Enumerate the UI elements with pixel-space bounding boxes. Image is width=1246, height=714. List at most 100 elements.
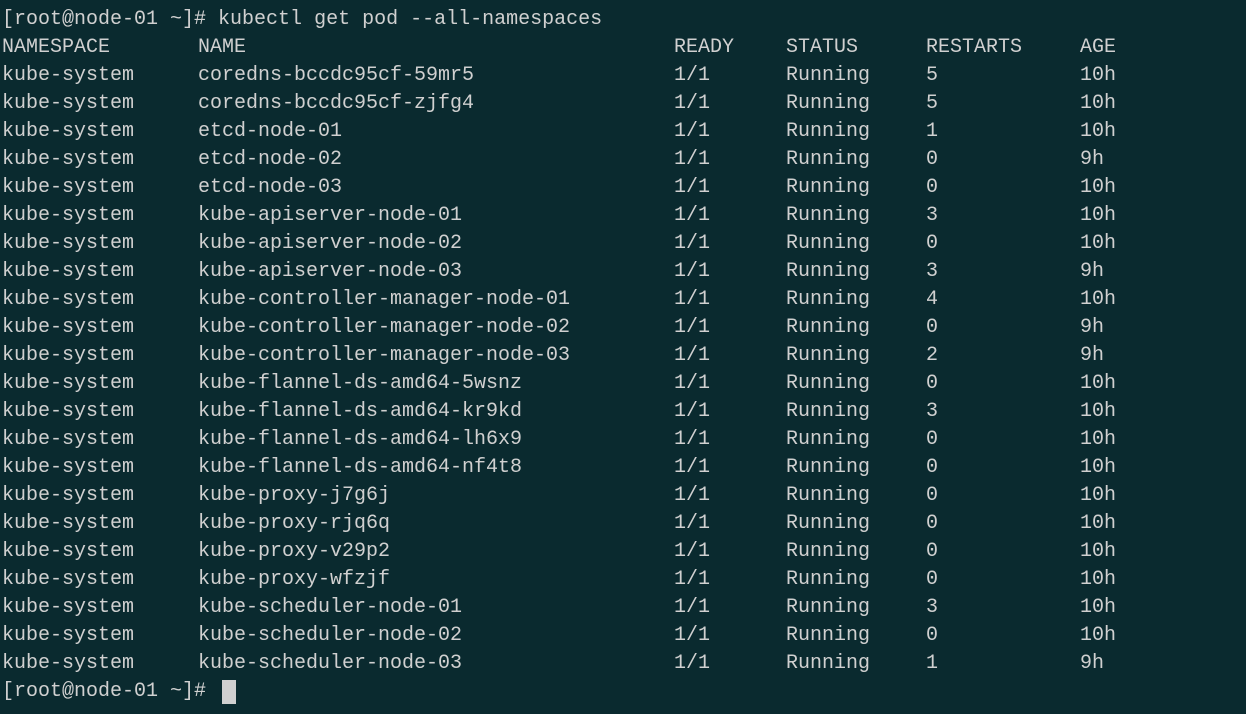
cell-name: kube-flannel-ds-amd64-lh6x9: [198, 426, 674, 454]
cell-restarts: 0: [926, 510, 1080, 538]
header-name: NAME: [198, 34, 674, 62]
cell-ready: 1/1: [674, 62, 786, 90]
cell-ready: 1/1: [674, 510, 786, 538]
table-row: kube-systemkube-flannel-ds-amd64-nf4t81/…: [2, 454, 1244, 482]
cell-age: 10h: [1080, 538, 1116, 566]
cell-restarts: 3: [926, 398, 1080, 426]
cell-status: Running: [786, 622, 926, 650]
table-row: kube-systemkube-controller-manager-node-…: [2, 342, 1244, 370]
cell-status: Running: [786, 566, 926, 594]
cell-name: kube-controller-manager-node-01: [198, 286, 674, 314]
table-row: kube-systemkube-apiserver-node-031/1Runn…: [2, 258, 1244, 286]
prompt-text-2: [root@node-01 ~]#: [2, 678, 218, 706]
cell-age: 10h: [1080, 118, 1116, 146]
table-row: kube-systemkube-apiserver-node-021/1Runn…: [2, 230, 1244, 258]
terminal-output: [root@node-01 ~]# kubectl get pod --all-…: [0, 0, 1246, 712]
cell-status: Running: [786, 650, 926, 678]
cell-name: kube-apiserver-node-03: [198, 258, 674, 286]
cell-ready: 1/1: [674, 426, 786, 454]
cell-status: Running: [786, 286, 926, 314]
cell-namespace: kube-system: [2, 594, 198, 622]
cell-restarts: 0: [926, 314, 1080, 342]
cell-age: 10h: [1080, 594, 1116, 622]
cell-name: kube-flannel-ds-amd64-kr9kd: [198, 398, 674, 426]
cell-status: Running: [786, 174, 926, 202]
table-row: kube-systemkube-scheduler-node-021/1Runn…: [2, 622, 1244, 650]
cell-namespace: kube-system: [2, 454, 198, 482]
cell-name: kube-flannel-ds-amd64-5wsnz: [198, 370, 674, 398]
cell-status: Running: [786, 258, 926, 286]
cell-ready: 1/1: [674, 174, 786, 202]
cell-restarts: 2: [926, 342, 1080, 370]
cell-namespace: kube-system: [2, 90, 198, 118]
cell-restarts: 1: [926, 118, 1080, 146]
cell-namespace: kube-system: [2, 482, 198, 510]
cell-restarts: 0: [926, 146, 1080, 174]
cell-namespace: kube-system: [2, 62, 198, 90]
cell-age: 10h: [1080, 286, 1116, 314]
cell-age: 10h: [1080, 202, 1116, 230]
cell-name: kube-flannel-ds-amd64-nf4t8: [198, 454, 674, 482]
header-restarts: RESTARTS: [926, 34, 1080, 62]
cell-namespace: kube-system: [2, 286, 198, 314]
cell-name: kube-proxy-v29p2: [198, 538, 674, 566]
cell-name: kube-controller-manager-node-02: [198, 314, 674, 342]
cell-status: Running: [786, 118, 926, 146]
cell-ready: 1/1: [674, 538, 786, 566]
cell-ready: 1/1: [674, 370, 786, 398]
cell-age: 10h: [1080, 174, 1116, 202]
table-row: kube-systemkube-controller-manager-node-…: [2, 314, 1244, 342]
cell-age: 10h: [1080, 454, 1116, 482]
cell-age: 10h: [1080, 398, 1116, 426]
cell-status: Running: [786, 90, 926, 118]
cell-age: 9h: [1080, 650, 1104, 678]
table-row: kube-systemkube-proxy-wfzjf1/1Running010…: [2, 566, 1244, 594]
cell-ready: 1/1: [674, 594, 786, 622]
cell-ready: 1/1: [674, 314, 786, 342]
table-row: kube-systemetcd-node-031/1Running010h: [2, 174, 1244, 202]
cell-ready: 1/1: [674, 398, 786, 426]
cell-ready: 1/1: [674, 286, 786, 314]
cell-status: Running: [786, 314, 926, 342]
cell-restarts: 0: [926, 566, 1080, 594]
cell-restarts: 1: [926, 650, 1080, 678]
cursor-icon[interactable]: [222, 680, 236, 704]
cell-restarts: 4: [926, 286, 1080, 314]
cell-name: kube-apiserver-node-01: [198, 202, 674, 230]
cell-status: Running: [786, 202, 926, 230]
cell-name: kube-proxy-j7g6j: [198, 482, 674, 510]
cell-status: Running: [786, 146, 926, 174]
cell-ready: 1/1: [674, 90, 786, 118]
cell-ready: 1/1: [674, 146, 786, 174]
table-row: kube-systemkube-flannel-ds-amd64-kr9kd1/…: [2, 398, 1244, 426]
cell-restarts: 0: [926, 230, 1080, 258]
cell-restarts: 0: [926, 426, 1080, 454]
cell-restarts: 3: [926, 258, 1080, 286]
table-row: kube-systemkube-proxy-j7g6j1/1Running010…: [2, 482, 1244, 510]
cell-name: coredns-bccdc95cf-zjfg4: [198, 90, 674, 118]
cell-name: etcd-node-01: [198, 118, 674, 146]
table-row: kube-systemkube-apiserver-node-011/1Runn…: [2, 202, 1244, 230]
table-row: kube-systemkube-controller-manager-node-…: [2, 286, 1244, 314]
cell-age: 9h: [1080, 342, 1104, 370]
cell-restarts: 5: [926, 62, 1080, 90]
cell-ready: 1/1: [674, 482, 786, 510]
table-row: kube-systemkube-proxy-rjq6q1/1Running010…: [2, 510, 1244, 538]
cell-status: Running: [786, 62, 926, 90]
cell-age: 9h: [1080, 258, 1104, 286]
header-age: AGE: [1080, 34, 1116, 62]
cell-namespace: kube-system: [2, 230, 198, 258]
cell-restarts: 0: [926, 454, 1080, 482]
cell-restarts: 0: [926, 538, 1080, 566]
cell-status: Running: [786, 454, 926, 482]
cell-restarts: 0: [926, 370, 1080, 398]
prompt-text: [root@node-01 ~]#: [2, 6, 218, 34]
cell-restarts: 3: [926, 202, 1080, 230]
cell-namespace: kube-system: [2, 314, 198, 342]
cell-status: Running: [786, 342, 926, 370]
cell-namespace: kube-system: [2, 146, 198, 174]
cell-namespace: kube-system: [2, 118, 198, 146]
cell-status: Running: [786, 426, 926, 454]
cell-name: coredns-bccdc95cf-59mr5: [198, 62, 674, 90]
cell-ready: 1/1: [674, 230, 786, 258]
